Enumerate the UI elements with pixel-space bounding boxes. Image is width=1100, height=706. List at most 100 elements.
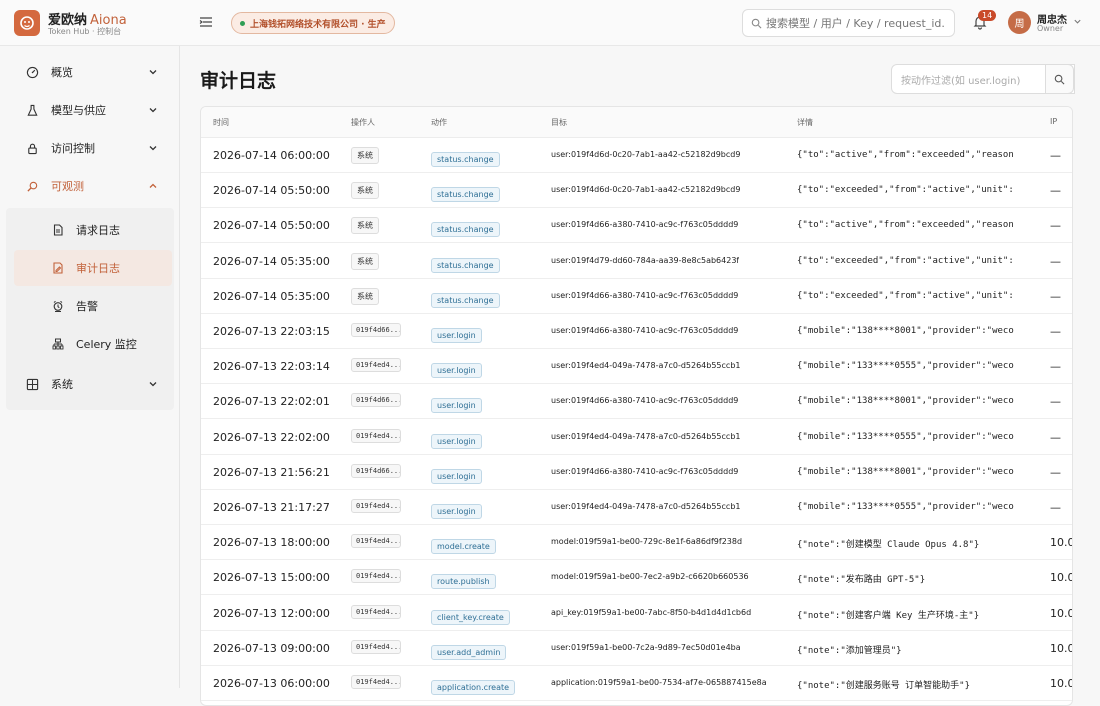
cell-ip: — (1050, 184, 1061, 198)
edit-file-icon (53, 262, 63, 274)
cell-ip: — (1050, 360, 1061, 374)
table-row[interactable]: 2026-07-13 22:02:00 019f4ed4... user.login… (201, 420, 1072, 455)
cell-time: 2026-07-14 06:00:00 (213, 149, 330, 162)
table-row[interactable]: 2026-07-14 05:50:00 系统 status.change user:0… (201, 173, 1072, 209)
cell-actor: 019f4d66... (351, 463, 401, 480)
action-tag: user.login (431, 398, 482, 414)
table-row[interactable]: 2026-07-13 12:00:00 019f4ed4... client_key… (201, 596, 1072, 631)
action-tag: user.login (431, 504, 482, 519)
sidebar-sub-item-label: 告警 (76, 300, 98, 313)
cell-actor: 019f4ed4... (351, 675, 401, 691)
actor-tag: 019f4ed4... (351, 358, 401, 373)
cell-ip: — (1050, 501, 1061, 514)
cell-target: user:019f4d79-dd60-784a-aa39-8e8c5ab6423… (551, 255, 740, 265)
cell-target: user:019f4d66-a380-7410-ac9c-f763c05dddd… (551, 220, 739, 230)
cell-time: 2026-07-14 05:35:00 (213, 289, 330, 303)
cell-time: 2026-07-13 15:00:00 (213, 571, 330, 585)
table-row[interactable]: 2026-07-14 05:35:00 系统 status.change user:0… (201, 279, 1072, 314)
cell-action: user.add_admin (431, 640, 507, 660)
file-icon (53, 224, 63, 236)
table-row[interactable]: 2026-07-14 05:35:00 系统 status.change user:0… (201, 244, 1072, 279)
sidebar-item-models[interactable]: 模型与供应 (8, 92, 172, 128)
column-header-ip: IP (1050, 117, 1058, 126)
sidebar-item-request-log[interactable]: 请求日志 (14, 212, 172, 248)
actor-tag: 019f4ed4... (351, 534, 401, 549)
sidebar-item-audit-log[interactable]: 审计日志 (14, 250, 172, 286)
chevron-down-icon (149, 70, 157, 75)
table-row[interactable]: 2026-07-14 05:50:00 系统 status.change user:0… (201, 208, 1072, 244)
menu-toggle-icon[interactable] (198, 14, 214, 30)
table-row[interactable]: 2026-07-13 22:03:14 019f4ed4... user.login… (201, 349, 1072, 385)
table-row[interactable]: 2026-07-13 21:56:21 019f4d66... user.login… (201, 455, 1072, 490)
cell-actor: 系统 (351, 147, 379, 164)
chevron-up-icon (149, 183, 157, 188)
column-header-detail: 详情 (797, 118, 813, 127)
cell-time: 2026-07-13 22:03:14 (213, 360, 330, 374)
cell-ip: — (1050, 289, 1061, 303)
chevron-down-icon (149, 108, 157, 113)
table-row[interactable]: 2026-07-14 06:00:00 系统 status.change user:0… (201, 138, 1072, 173)
table-row[interactable]: 2026-07-13 22:02:01 019f4d66... user.login… (201, 384, 1072, 420)
cell-detail: {"note":"添加管理员"} (797, 645, 902, 656)
cell-actor: 019f4ed4... (351, 534, 401, 550)
cell-target: user:019f4ed4-049a-7478-a7c0-d5264b55ccb… (551, 502, 741, 511)
table-row[interactable]: 2026-07-13 15:00:00 019f4ed4... route.publ… (201, 560, 1072, 596)
cell-actor: 系统 (351, 287, 379, 305)
table-row[interactable]: 2026-07-13 18:00:00 019f4ed4... model.crea… (201, 525, 1072, 561)
cell-detail: {"note":"创建模型 Claude Opus 4.8"} (797, 540, 980, 551)
actor-tag: 019f4ed4... (351, 639, 401, 654)
server-icon (52, 338, 64, 350)
global-search-input[interactable] (766, 16, 946, 30)
user-avatar[interactable]: 周 (1008, 11, 1031, 34)
cell-action: user.login (431, 464, 482, 484)
actor-tag: 019f4ed4... (351, 675, 401, 689)
user-menu-chevron-icon[interactable] (1073, 17, 1082, 26)
cell-time: 2026-07-13 22:03:15 (213, 325, 330, 338)
sidebar-item-access-control[interactable]: 访问控制 (8, 130, 172, 166)
actor-tag: 系统 (351, 252, 379, 270)
actor-tag: 019f4ed4... (351, 569, 401, 584)
sidebar-item-celery-monitor[interactable]: Celery 监控 (14, 326, 172, 362)
org-switcher[interactable]: 上海钱拓网络技术有限公司 · 生产 (231, 12, 395, 34)
sidebar-item-overview[interactable]: 概览 (8, 54, 172, 90)
cell-time: 2026-07-13 21:56:21 (213, 465, 330, 479)
grid-icon (26, 378, 39, 390)
cell-actor: 系统 (351, 182, 379, 200)
action-tag: model.create (431, 539, 496, 555)
cell-ip: 10.0. (1050, 536, 1072, 550)
cell-actor: 019f4ed4... (351, 358, 401, 374)
action-tag: status.change (431, 292, 500, 308)
cell-action: user.login (431, 323, 482, 343)
cell-time: 2026-07-13 18:00:00 (213, 536, 330, 550)
actor-tag: 019f4ed4... (351, 604, 401, 619)
table-row[interactable]: 2026-07-13 22:03:15 019f4d66... user.login… (201, 314, 1072, 349)
search-icon (751, 18, 762, 28)
action-tag: user.add_admin (431, 644, 507, 660)
alarm-icon (53, 300, 63, 312)
cell-action: application.create (431, 675, 516, 695)
cell-ip: 10.0. (1050, 606, 1072, 620)
table-row[interactable]: 2026-07-13 09:00:00 019f4ed4... user.add_a… (201, 631, 1072, 666)
lock-icon (28, 143, 37, 154)
search-icon (1054, 74, 1065, 84)
cell-target: model:019f59a1-be00-7ec2-a9b2-c6620b6605… (551, 572, 749, 582)
sidebar-sub-item-label: 请求日志 (76, 224, 120, 237)
cell-target: user:019f4ed4-049a-7478-a7c0-d5264b55ccb… (551, 431, 741, 441)
table-row[interactable]: 2026-07-13 21:17:27 019f4ed4... user.login… (201, 490, 1072, 525)
sidebar-item-system[interactable]: 系统 (8, 366, 172, 402)
global-search[interactable] (742, 9, 955, 37)
cell-ip: — (1050, 465, 1061, 479)
app-logo[interactable] (14, 10, 40, 36)
sidebar-item-alerts[interactable]: 告警 (14, 288, 172, 324)
notification-count-badge: 14 (978, 10, 997, 21)
user-role: Owner (1037, 24, 1064, 33)
cell-time: 2026-07-14 05:50:00 (213, 219, 330, 233)
cell-time: 2026-07-13 09:00:00 (213, 641, 330, 655)
actor-tag: 系统 (351, 182, 379, 200)
sidebar-item-observability[interactable]: 可观测 (8, 168, 172, 204)
sidebar-item-label: 系统 (51, 378, 73, 391)
table-row[interactable]: 2026-07-13 06:00:00 019f4ed4... applicatio… (201, 666, 1072, 701)
filter-search-button[interactable] (1045, 64, 1074, 94)
org-name: 上海钱拓网络技术有限公司 · 生产 (250, 19, 386, 30)
cell-target: user:019f4d66-a380-7410-ac9c-f763c05dddd… (551, 290, 739, 300)
